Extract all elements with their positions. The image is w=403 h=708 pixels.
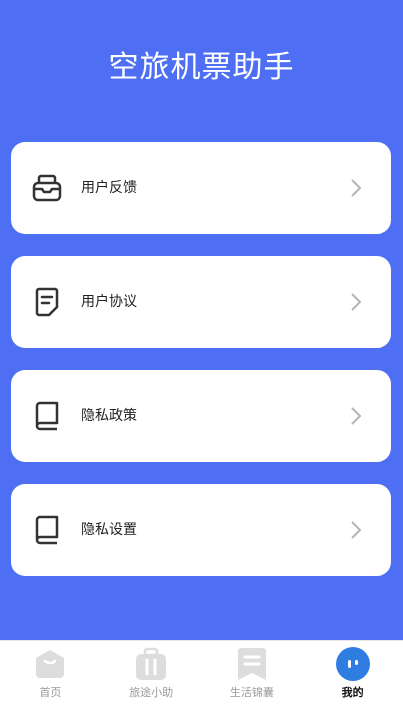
book-icon <box>35 401 59 431</box>
inbox-icon <box>32 174 62 202</box>
tab-label: 生活锦囊 <box>229 686 274 699</box>
menu-item-label: 隐私设置 <box>81 522 137 538</box>
profile-icon <box>335 647 370 681</box>
tab-life-tips[interactable]: 生活锦囊 <box>202 641 303 708</box>
bottom-tab-bar: 首页 旅途小助 生活锦囊 我的 <box>0 640 403 708</box>
document-icon <box>35 287 59 317</box>
page-title: 空旅机票助手 <box>108 50 295 85</box>
menu-item-feedback[interactable]: 用户反馈 <box>11 142 391 234</box>
luggage-icon <box>136 647 167 680</box>
tab-home[interactable]: 首页 <box>0 641 101 708</box>
tab-label: 我的 <box>341 686 364 699</box>
menu-item-privacy-policy[interactable]: 隐私政策 <box>11 370 391 462</box>
tab-label: 首页 <box>39 686 62 699</box>
chevron-right-icon <box>351 293 362 311</box>
bookmark-icon <box>237 648 266 680</box>
chevron-right-icon <box>351 407 362 425</box>
menu-item-privacy-settings[interactable]: 隐私设置 <box>11 484 391 576</box>
menu-item-user-agreement[interactable]: 用户协议 <box>11 256 391 348</box>
menu-item-label: 用户协议 <box>81 294 137 310</box>
tab-mine[interactable]: 我的 <box>302 641 403 708</box>
tab-travel-helper[interactable]: 旅途小助 <box>101 641 202 708</box>
menu-item-label: 用户反馈 <box>81 180 137 196</box>
home-icon <box>36 650 65 678</box>
menu-item-label: 隐私政策 <box>81 408 137 424</box>
chevron-right-icon <box>351 521 362 539</box>
book-icon <box>35 515 59 545</box>
tab-label: 旅途小助 <box>129 686 174 699</box>
chevron-right-icon <box>351 179 362 197</box>
